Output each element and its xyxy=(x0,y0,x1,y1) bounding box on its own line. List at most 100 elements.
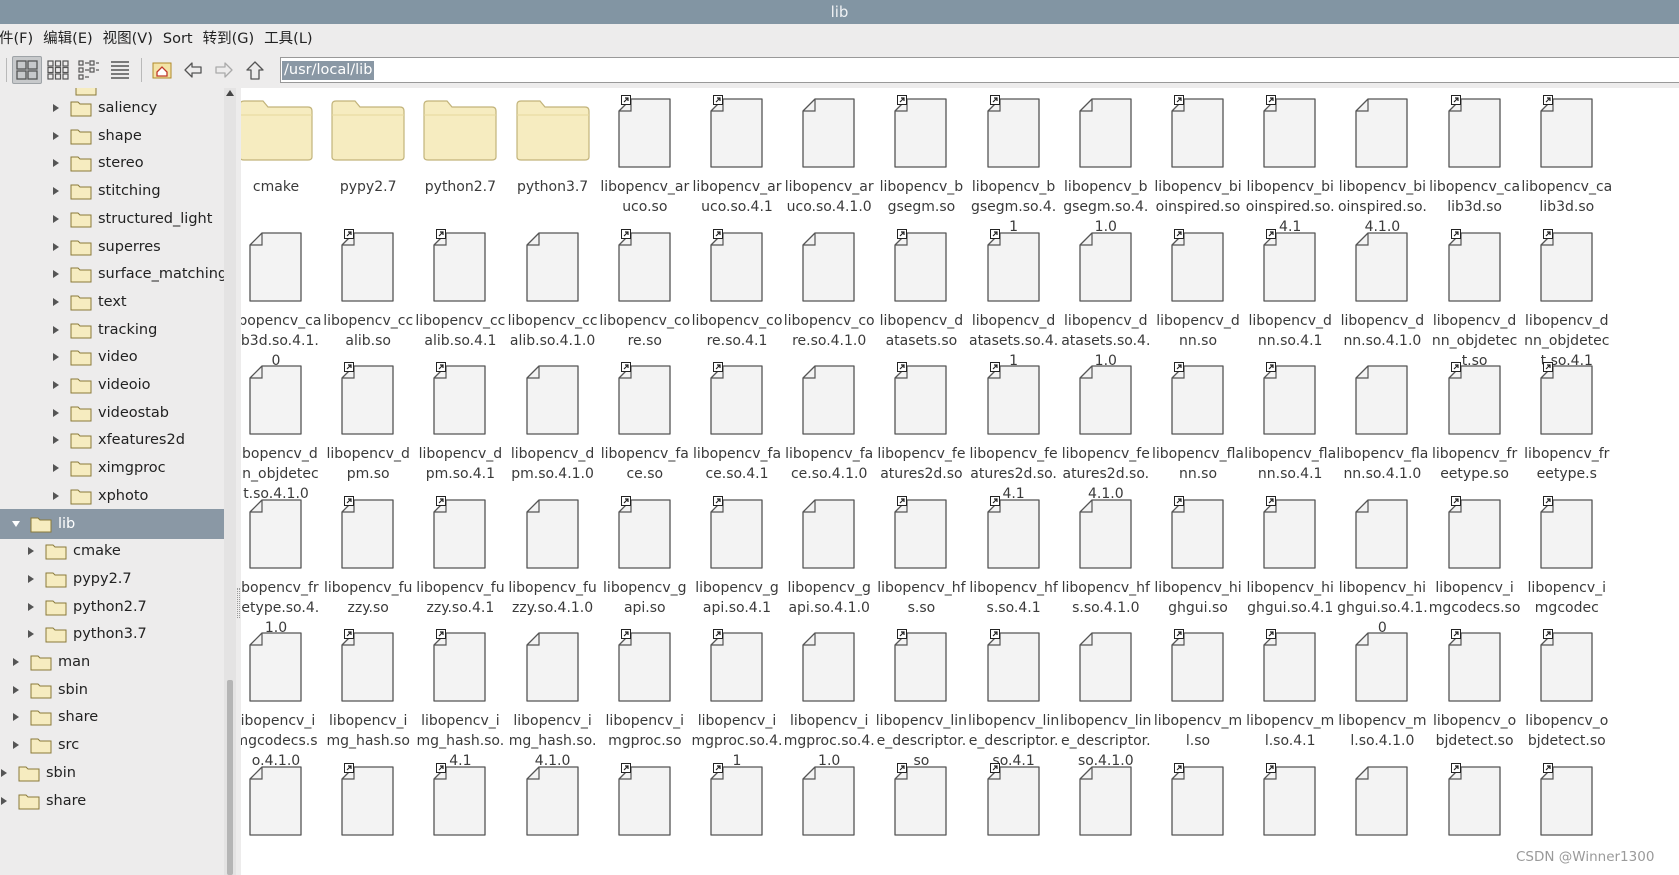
expand-arrow-icon[interactable] xyxy=(10,739,22,751)
file-item[interactable] xyxy=(320,755,416,845)
file-item[interactable]: libopencv_features2d.so.4.1 xyxy=(966,354,1062,504)
compact-view-button[interactable] xyxy=(74,56,104,84)
file-item[interactable] xyxy=(412,755,508,845)
menu-go[interactable]: 转到(G) xyxy=(198,24,260,54)
file-item[interactable]: libopencv_bgsegm.so.4.1 xyxy=(966,88,1062,237)
expand-arrow-icon[interactable] xyxy=(50,268,62,280)
menu-file[interactable]: 件(F) xyxy=(0,24,38,54)
file-item[interactable] xyxy=(1150,755,1246,845)
file-item[interactable] xyxy=(241,755,324,845)
folder-item[interactable]: python2.7 xyxy=(412,88,508,197)
expand-arrow-icon[interactable] xyxy=(50,324,62,336)
expand-arrow-icon[interactable] xyxy=(10,711,22,723)
icon-view-button[interactable] xyxy=(12,56,42,84)
file-item[interactable]: libopencv_aruco.so.4.1 xyxy=(689,88,785,217)
menu-view[interactable]: 视图(V) xyxy=(98,24,158,54)
thumbnail-view-button[interactable] xyxy=(43,56,73,84)
file-item[interactable] xyxy=(966,755,1062,845)
file-item[interactable] xyxy=(689,755,785,845)
expand-arrow-icon[interactable] xyxy=(50,102,62,114)
file-item[interactable]: libopencv_imgproc.so.4.1 xyxy=(689,621,785,771)
file-item[interactable]: libopencv_line_descriptor.so.4.1.0 xyxy=(1058,621,1154,771)
file-item[interactable]: libopencv_features2d.so xyxy=(873,354,969,484)
file-item[interactable]: libopencv_hfs.so xyxy=(873,488,969,618)
file-item[interactable]: libopencv_face.so.4.1.0 xyxy=(781,354,877,484)
tree-item-sbin[interactable]: sbin xyxy=(0,758,76,788)
scroll-up-arrow-icon[interactable] xyxy=(226,90,234,96)
file-item[interactable]: libopencv_calib3d.so.4.1.0 xyxy=(241,221,324,371)
tree-item-surface-matching[interactable]: surface_matching xyxy=(50,259,224,289)
file-item[interactable] xyxy=(1058,755,1154,845)
file-item[interactable]: libopencv_hfs.so.4.1 xyxy=(966,488,1062,618)
file-item[interactable]: libopencv_freetype.s xyxy=(1519,354,1615,484)
file-item[interactable]: libopencv_dnn_objdetect.so.4.1 xyxy=(1519,221,1615,371)
file-item[interactable]: libopencv_dnn.so xyxy=(1150,221,1246,351)
file-item[interactable]: libopencv_dnn_objdetect.so xyxy=(1427,221,1523,371)
file-item[interactable]: libopencv_objdetect.so xyxy=(1427,621,1523,751)
tree-item-lib[interactable]: lib xyxy=(0,508,224,539)
file-item[interactable]: libopencv_imgcodecs.so.4.1.0 xyxy=(241,621,324,771)
menu-edit[interactable]: 编辑(E) xyxy=(38,24,97,54)
menu-tools[interactable]: 工具(L) xyxy=(259,24,317,54)
expand-arrow-icon[interactable] xyxy=(25,545,37,557)
expand-arrow-icon[interactable] xyxy=(50,185,62,197)
file-item[interactable]: libopencv_hfs.so.4.1.0 xyxy=(1058,488,1154,618)
file-item[interactable]: libopencv_bioinspired.so.4.1 xyxy=(1242,88,1338,237)
expand-arrow-icon[interactable] xyxy=(50,296,62,308)
up-button[interactable] xyxy=(240,56,270,84)
menu-sort[interactable]: Sort xyxy=(158,24,198,54)
file-item[interactable]: libopencv_dpm.so xyxy=(320,354,416,484)
file-item[interactable] xyxy=(1334,755,1430,845)
tree-item-superres[interactable]: superres xyxy=(50,232,161,262)
file-item[interactable]: libopencv_imgcodec xyxy=(1519,488,1615,618)
directory-tree[interactable]: saliency shape stereo stitching structured_l… xyxy=(0,88,224,875)
tree-item-share[interactable]: share xyxy=(0,786,86,816)
file-item[interactable]: libopencv_flann.so xyxy=(1150,354,1246,484)
tree-item-shape[interactable]: shape xyxy=(50,121,142,151)
file-item[interactable] xyxy=(1242,755,1338,845)
file-item[interactable]: libopencv_dnn_objdetect.so.4.1.0 xyxy=(241,354,324,504)
detailed-list-view-button[interactable] xyxy=(105,56,135,84)
file-item[interactable]: libopencv_bgsegm.so xyxy=(873,88,969,217)
tree-item-videostab[interactable]: videostab xyxy=(50,398,169,428)
tree-item-text[interactable]: text xyxy=(50,287,127,317)
file-item[interactable]: libopencv_dpm.so.4.1 xyxy=(412,354,508,484)
tree-item-xfeatures2d[interactable]: xfeatures2d xyxy=(50,425,185,455)
expand-arrow-icon[interactable] xyxy=(50,462,62,474)
file-item[interactable]: libopencv_core.so.4.1 xyxy=(689,221,785,351)
folder-item[interactable]: pypy2.7 xyxy=(320,88,416,197)
expand-arrow-icon[interactable] xyxy=(10,684,22,696)
file-item[interactable] xyxy=(597,755,693,845)
tree-item-stitching[interactable]: stitching xyxy=(50,176,161,206)
tree-item-sbin[interactable]: sbin xyxy=(10,675,88,705)
file-item[interactable]: libopencv_img_hash.so.4.1.0 xyxy=(505,621,601,771)
file-item[interactable]: libopencv_line_descriptor.so xyxy=(873,621,969,771)
expand-arrow-icon[interactable] xyxy=(25,573,37,585)
file-item[interactable]: libopencv_ml.so xyxy=(1150,621,1246,751)
tree-item-src[interactable]: src xyxy=(10,730,79,760)
splitter-grip[interactable] xyxy=(237,588,240,618)
file-item[interactable]: libopencv_freetype.so.4.1.0 xyxy=(241,488,324,638)
file-item[interactable]: libopencv_dpm.so.4.1.0 xyxy=(505,354,601,484)
expand-arrow-icon[interactable] xyxy=(50,241,62,253)
expand-arrow-icon[interactable] xyxy=(0,795,10,807)
file-item[interactable]: libopencv_imgcodecs.so xyxy=(1427,488,1523,618)
tree-item-xphoto[interactable]: xphoto xyxy=(50,481,148,511)
back-button[interactable] xyxy=(178,56,208,84)
tree-item-saliency[interactable]: saliency xyxy=(50,93,157,123)
file-item[interactable]: libopencv_ml.so.4.1 xyxy=(1242,621,1338,751)
file-icon-grid[interactable]: cmake pypy2.7 python2.7 python3.7 libopencv_… xyxy=(241,88,1679,875)
file-item[interactable]: libopencv_ml.so.4.1.0 xyxy=(1334,621,1430,751)
file-item[interactable] xyxy=(505,755,601,845)
expand-arrow-icon[interactable] xyxy=(50,130,62,142)
tree-item-python3-7[interactable]: python3.7 xyxy=(25,619,147,649)
tree-item-video[interactable]: video xyxy=(50,342,138,372)
file-item[interactable]: libopencv_fuzzy.so.4.1.0 xyxy=(505,488,601,618)
expand-arrow-icon[interactable] xyxy=(50,379,62,391)
file-item[interactable] xyxy=(873,755,969,845)
file-item[interactable]: libopencv_aruco.so xyxy=(597,88,693,217)
file-item[interactable]: libopencv_img_hash.so xyxy=(320,621,416,751)
expand-arrow-icon[interactable] xyxy=(50,351,62,363)
file-item[interactable]: libopencv_gapi.so xyxy=(597,488,693,618)
file-item[interactable] xyxy=(1427,755,1523,845)
